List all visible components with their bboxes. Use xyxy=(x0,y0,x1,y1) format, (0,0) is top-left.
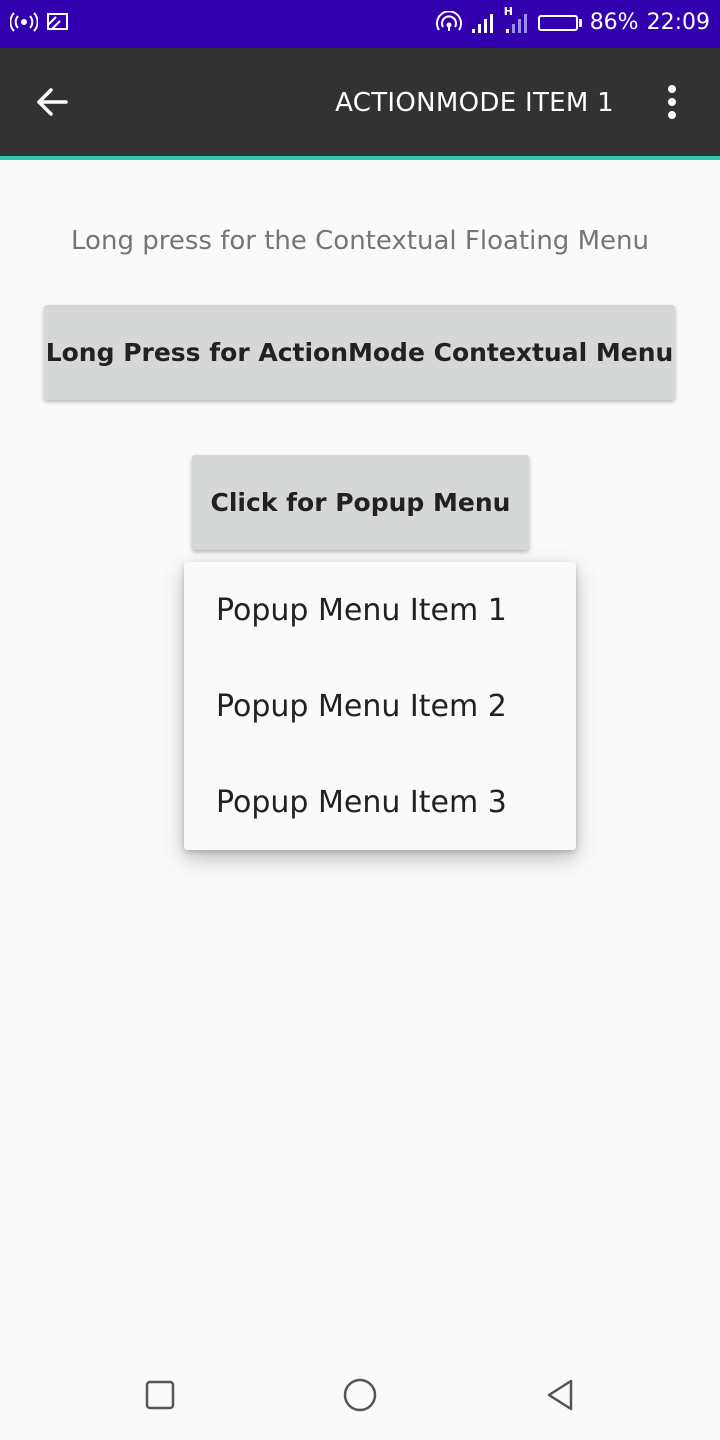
popup-menu-item-1[interactable]: Popup Menu Item 1 xyxy=(184,562,576,658)
action-bar-accent-line xyxy=(0,156,720,160)
overflow-menu-icon xyxy=(666,84,678,124)
signal-icon xyxy=(470,11,496,35)
popup-menu-item-3[interactable]: Popup Menu Item 3 xyxy=(184,754,576,850)
hotspot-icon xyxy=(10,10,38,34)
signal-icon: H xyxy=(504,5,530,35)
back-arrow-icon xyxy=(35,87,69,121)
home-icon xyxy=(342,1377,378,1417)
action-bar-title: ACTIONMODE ITEM 1 xyxy=(335,88,614,118)
nav-back-button[interactable] xyxy=(537,1374,583,1420)
popup-menu: Popup Menu Item 1 Popup Menu Item 2 Popu… xyxy=(184,562,576,850)
popup-menu-item-2[interactable]: Popup Menu Item 2 xyxy=(184,658,576,754)
popup-menu-button[interactable]: Click for Popup Menu xyxy=(192,455,529,550)
home-button[interactable] xyxy=(337,1374,383,1420)
overflow-menu-button[interactable] xyxy=(652,82,692,126)
status-bar: H 86% 22:09 xyxy=(0,0,720,48)
network-type-label: H xyxy=(503,4,513,18)
actionmode-contextual-button[interactable]: Long Press for ActionMode Contextual Men… xyxy=(44,305,675,400)
recents-icon xyxy=(145,1380,175,1414)
battery-icon xyxy=(537,14,582,31)
back-button[interactable] xyxy=(26,78,78,130)
recents-button[interactable] xyxy=(137,1374,183,1420)
navigation-bar xyxy=(0,1352,720,1440)
clock: 22:09 xyxy=(646,10,710,35)
back-icon xyxy=(544,1378,576,1416)
wifi-icon xyxy=(435,10,462,35)
battery-percent: 86% xyxy=(589,10,639,35)
contextual-floating-hint[interactable]: Long press for the Contextual Floating M… xyxy=(0,226,720,256)
cast-icon xyxy=(46,11,70,33)
action-bar: ACTIONMODE ITEM 1 xyxy=(0,48,720,160)
